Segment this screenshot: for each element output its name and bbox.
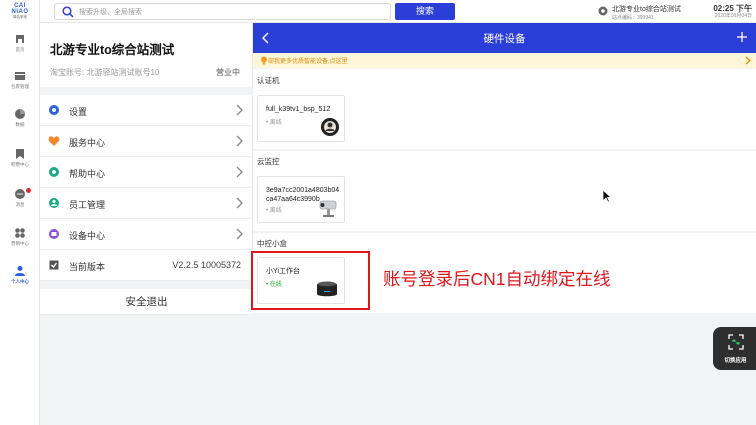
- menu-label: 设备中心: [69, 231, 106, 241]
- search-button[interactable]: 搜索: [395, 3, 455, 20]
- highlight-box: [251, 251, 370, 310]
- menu-item-staff[interactable]: 员工管理: [40, 188, 253, 219]
- chevron-right-icon: [236, 228, 243, 240]
- staff-icon: [49, 198, 59, 208]
- logout-button[interactable]: 安全退出: [40, 281, 253, 315]
- package-icon: [15, 72, 25, 80]
- add-device-icon[interactable]: [736, 31, 748, 43]
- search-box[interactable]: 搜索升级、全局搜索: [54, 3, 391, 20]
- message-icon: [15, 189, 25, 199]
- device-name: full_k39tv1_bsp_512: [266, 106, 331, 113]
- menu-item-device-center[interactable]: 设备中心: [40, 219, 253, 250]
- clock-time: 02:25 下午: [713, 4, 752, 13]
- rail-item-personal[interactable]: 个人中心: [0, 265, 40, 295]
- rail-label-marketing: 营销中心: [11, 241, 29, 246]
- logo-line3: 驿站掌柜: [13, 15, 27, 19]
- switch-app-label: 切换应用: [724, 358, 747, 364]
- station-code: 站点编码：399941: [612, 15, 654, 21]
- device-icon: [49, 229, 59, 239]
- section-label: 认证机: [257, 76, 280, 85]
- person-icon: [15, 266, 25, 276]
- rail-label-points: 积攒中心: [11, 162, 29, 167]
- rail-label-package: 包裹管理: [11, 84, 29, 89]
- camera-icon: [319, 200, 337, 217]
- rail-label-home: 首页: [15, 47, 25, 52]
- device-card[interactable]: full_k39tv1_bsp_512 • 离线: [257, 95, 345, 142]
- clock: 02:25 下午 2020年09月04日: [704, 4, 752, 20]
- app-root: CAI NIAO 驿站掌柜 首页 包裹管理 数据 积攒中心 消息 营销中心 个人…: [0, 0, 756, 425]
- notice-text: 部我更多优质智能设备,点这里: [268, 59, 348, 65]
- menu-label: 员工管理: [69, 200, 106, 210]
- cainiao-logo: CAI NIAO 驿站掌柜: [4, 3, 36, 21]
- rail-item-data[interactable]: 数据: [0, 108, 40, 138]
- version-value: V2.2.5 10005372: [172, 260, 241, 270]
- menu-item-settings[interactable]: 设置: [40, 95, 253, 126]
- taobao-account: 淘宝账号: 北游驿站测试账号10: [50, 68, 160, 77]
- promo-notice[interactable]: 部我更多优质智能设备,点这里: [253, 53, 756, 68]
- business-status: 营业中: [216, 68, 240, 77]
- section-cloud-monitor: 云监控 3e9a7cc2001a4803b04 ca47aa64c3990b •…: [253, 151, 756, 231]
- chevron-right-icon: [745, 56, 751, 65]
- auth-device-icon: [321, 118, 339, 136]
- home-icon: [16, 35, 24, 43]
- menu-label: 帮助中心: [69, 169, 106, 179]
- top-bar: 搜索升级、全局搜索 搜索 北游专业to综合站测试 站点编码：399941 02:…: [40, 0, 756, 23]
- menu-item-version: 当前版本 V2.2.5 10005372: [40, 250, 253, 281]
- chevron-right-icon: [236, 104, 243, 116]
- rail-item-points[interactable]: 积攒中心: [0, 148, 40, 178]
- search-icon: [62, 6, 74, 18]
- clock-date: 2020年09月04日: [714, 13, 752, 19]
- section-auth-machine: 认证机 full_k39tv1_bsp_512 • 离线: [253, 69, 756, 149]
- nav-rail: CAI NIAO 驿站掌柜 首页 包裹管理 数据 积攒中心 消息 营销中心 个人…: [0, 0, 40, 425]
- chevron-right-icon: [236, 197, 243, 209]
- switch-app-icon: [728, 334, 744, 350]
- lightbulb-icon: [261, 56, 267, 65]
- unread-dot: [26, 188, 31, 193]
- account-title: 北游专业to综合站测试: [50, 43, 175, 57]
- mouse-cursor-icon: [602, 189, 612, 203]
- switch-app-button[interactable]: 切换应用: [713, 327, 756, 370]
- rail-item-message[interactable]: 消息: [0, 188, 40, 218]
- chevron-right-icon: [236, 135, 243, 147]
- menu-item-service-center[interactable]: 服务中心: [40, 126, 253, 157]
- gear-icon: [49, 105, 59, 115]
- version-icon: [49, 260, 59, 270]
- rail-item-package[interactable]: 包裹管理: [0, 70, 40, 100]
- settings-icon: [598, 6, 608, 16]
- search-input[interactable]: 搜索升级、全局搜索: [79, 7, 142, 17]
- pie-chart-icon: [15, 109, 25, 119]
- rail-label-message: 消息: [15, 202, 25, 207]
- section-label: 云监控: [257, 157, 280, 166]
- device-card[interactable]: 3e9a7cc2001a4803b04 ca47aa64c3990b • 离线: [257, 176, 345, 223]
- rail-label-personal: 个人中心: [11, 279, 29, 284]
- panel-filler: [40, 315, 253, 425]
- device-status: • 离线: [266, 208, 282, 214]
- device-status: • 离线: [266, 120, 282, 126]
- account-panel: 北游专业to综合站测试 淘宝账号: 北游驿站测试账号10 营业中 设置 服务中心…: [40, 23, 253, 425]
- station-name: 北游专业to综合站测试: [612, 6, 681, 13]
- annotation-text: 账号登录后CN1自动绑定在线: [383, 269, 611, 289]
- menu-label: 服务中心: [69, 138, 106, 148]
- hardware-title: 硬件设备: [483, 33, 526, 45]
- rail-item-home[interactable]: 首页: [0, 33, 40, 63]
- section-divider: [40, 87, 253, 95]
- hardware-header: 硬件设备: [253, 23, 756, 53]
- chevron-right-icon: [236, 166, 243, 178]
- rail-label-data: 数据: [15, 122, 25, 127]
- menu-item-help-center[interactable]: 帮助中心: [40, 157, 253, 188]
- rail-item-marketing[interactable]: 营销中心: [0, 227, 40, 257]
- apps-icon: [15, 228, 25, 238]
- heart-icon: [48, 136, 60, 146]
- section-label: 中控小盒: [257, 239, 287, 248]
- menu-label: 设置: [69, 107, 88, 117]
- version-label: 当前版本: [69, 262, 106, 272]
- bookmark-icon: [16, 149, 24, 159]
- help-icon: [49, 167, 59, 177]
- hardware-panel: 硬件设备 部我更多优质智能设备,点这里 认证机 full_k39tv1_bsp_…: [253, 23, 756, 425]
- device-name: 3e9a7cc2001a4803b04: [266, 187, 340, 194]
